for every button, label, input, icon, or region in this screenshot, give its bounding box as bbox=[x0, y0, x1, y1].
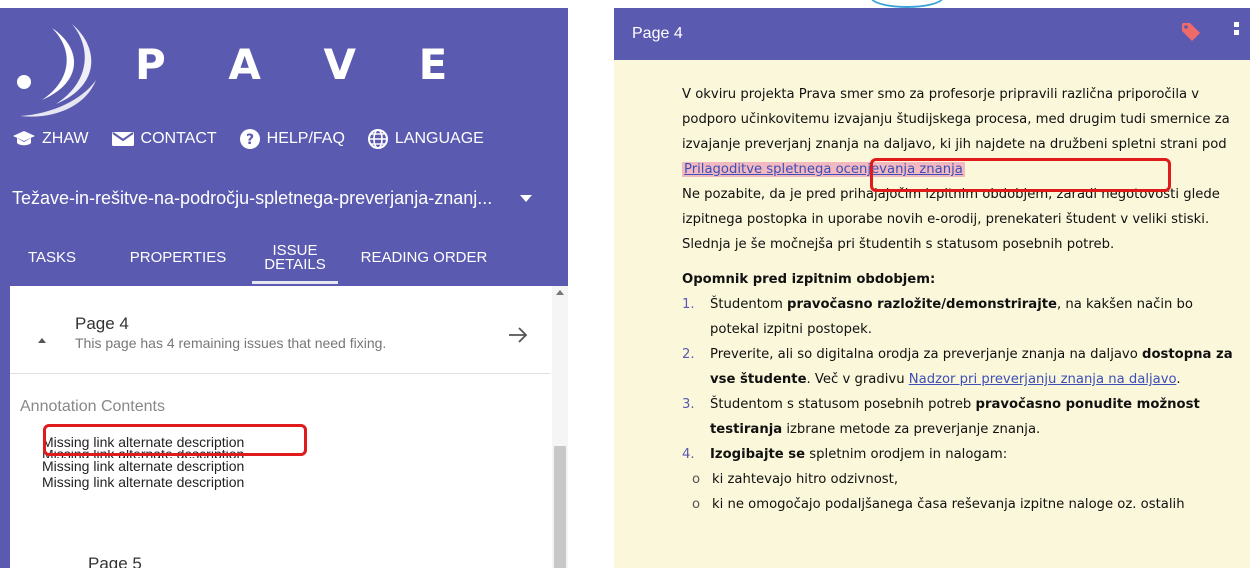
ordered-list: 1. Študentom pravočasno razložite/demonst… bbox=[682, 292, 1238, 467]
page-issue-item[interactable]: Page 5 → bbox=[10, 544, 550, 568]
chevron-up-icon[interactable] bbox=[38, 338, 46, 343]
nav-zhaw[interactable]: ZHAW bbox=[12, 130, 89, 148]
scroll-up-icon[interactable] bbox=[556, 290, 564, 295]
document-name: Težave-in-rešitve-na-področju-spletnega-… bbox=[12, 188, 493, 208]
nav-language[interactable]: LANGUAGE bbox=[367, 128, 484, 150]
annotation-item[interactable]: Missing link alternate description bbox=[42, 458, 244, 474]
viewer-page-label: Page 4 bbox=[632, 25, 683, 42]
annotation-contents-title: Annotation Contents bbox=[20, 398, 165, 415]
page-issue-title: Page 5 bbox=[88, 554, 142, 568]
tab-reading-order[interactable]: READING ORDER bbox=[338, 232, 510, 284]
annotation-highlight-box bbox=[43, 424, 307, 456]
section-heading: Opomnik pred izpitnim obdobjem: bbox=[682, 272, 936, 287]
page-issue-title: Page 4 bbox=[75, 314, 129, 333]
tab-tasks[interactable]: TASKS bbox=[0, 232, 104, 284]
document-selector[interactable]: Težave-in-rešitve-na-področju-spletnega-… bbox=[12, 188, 532, 209]
tab-bar: TASKS PROPERTIES ISSUE DETAILS READING OR… bbox=[0, 232, 568, 284]
document-link[interactable]: Nadzor pri preverjanju znanja na daljavo bbox=[909, 372, 1177, 387]
list-item: 2. Preverite, ali so digitalna orodja za … bbox=[682, 347, 1233, 387]
nav-label: LANGUAGE bbox=[394, 130, 484, 147]
list-item: o ki ne omogočajo podaljšanega časa rešev… bbox=[692, 497, 1185, 512]
nav-help[interactable]: ? HELP/FAQ bbox=[239, 128, 345, 150]
bullet-list: o ki zahtevajo hitro odzivnost, o ki ne om… bbox=[682, 467, 1238, 517]
list-item: o ki zahtevajo hitro odzivnost, bbox=[692, 472, 899, 487]
top-nav: ZHAW CONTACT ? HELP/FAQ LANGUAGE bbox=[12, 128, 506, 150]
link-highlight-box bbox=[870, 158, 1171, 192]
scrollbar[interactable] bbox=[552, 286, 568, 568]
issue-panel: Page 4 This page has 4 remaining issues … bbox=[10, 286, 568, 568]
tab-issue-details[interactable]: ISSUE DETAILS bbox=[252, 232, 338, 284]
globe-icon bbox=[367, 129, 388, 149]
page-issue-subtitle: This page has 4 remaining issues that ne… bbox=[75, 335, 387, 351]
tag-icon[interactable] bbox=[1179, 20, 1203, 44]
scrollbar-thumb[interactable] bbox=[554, 446, 566, 568]
graduation-cap-icon bbox=[13, 131, 35, 146]
viewer-header: Page 4 bbox=[614, 8, 1250, 60]
more-vert-icon[interactable] bbox=[1234, 22, 1239, 42]
arrow-right-icon[interactable] bbox=[507, 324, 529, 346]
document-page: V okviru projekta Prava smer smo za prof… bbox=[614, 60, 1250, 568]
arrow-right-icon[interactable]: → bbox=[507, 562, 521, 568]
sidebar: P A V E ZHAW CONTACT ? HELP/FAQ LANGUAGE… bbox=[0, 8, 568, 568]
document-content: V okviru projekta Prava smer smo za prof… bbox=[682, 82, 1238, 517]
nav-label: HELP/FAQ bbox=[266, 130, 345, 147]
list-item: 4. Izogibajte se spletnim orodjem in nalo… bbox=[682, 447, 1008, 462]
list-item: 1. Študentom pravočasno razložite/demonst… bbox=[682, 297, 1193, 337]
chevron-down-icon bbox=[520, 195, 532, 202]
document-viewer: Page 4 V okviru projekta Prava smer smo … bbox=[614, 8, 1250, 568]
list-item: 3. Študentom s statusom posebnih potreb p… bbox=[682, 397, 1200, 437]
mail-icon bbox=[111, 132, 134, 146]
brand-title: P A V E bbox=[135, 40, 472, 89]
annotation-item[interactable]: Missing link alternate description bbox=[42, 474, 244, 490]
top-strip bbox=[0, 0, 1250, 8]
paragraph: Ne pozabite, da je pred prihajajočim izp… bbox=[682, 187, 1220, 252]
nav-label: CONTACT bbox=[140, 130, 217, 147]
pave-logo-icon bbox=[17, 24, 96, 117]
circle-decoration bbox=[870, 0, 944, 8]
nav-contact[interactable]: CONTACT bbox=[111, 130, 217, 148]
help-circle-icon: ? bbox=[239, 129, 260, 149]
nav-label: ZHAW bbox=[42, 130, 89, 147]
tab-properties[interactable]: PROPERTIES bbox=[104, 232, 252, 284]
page-issue-item[interactable]: Page 4 This page has 4 remaining issues … bbox=[10, 286, 550, 374]
svg-text:?: ? bbox=[246, 132, 254, 148]
